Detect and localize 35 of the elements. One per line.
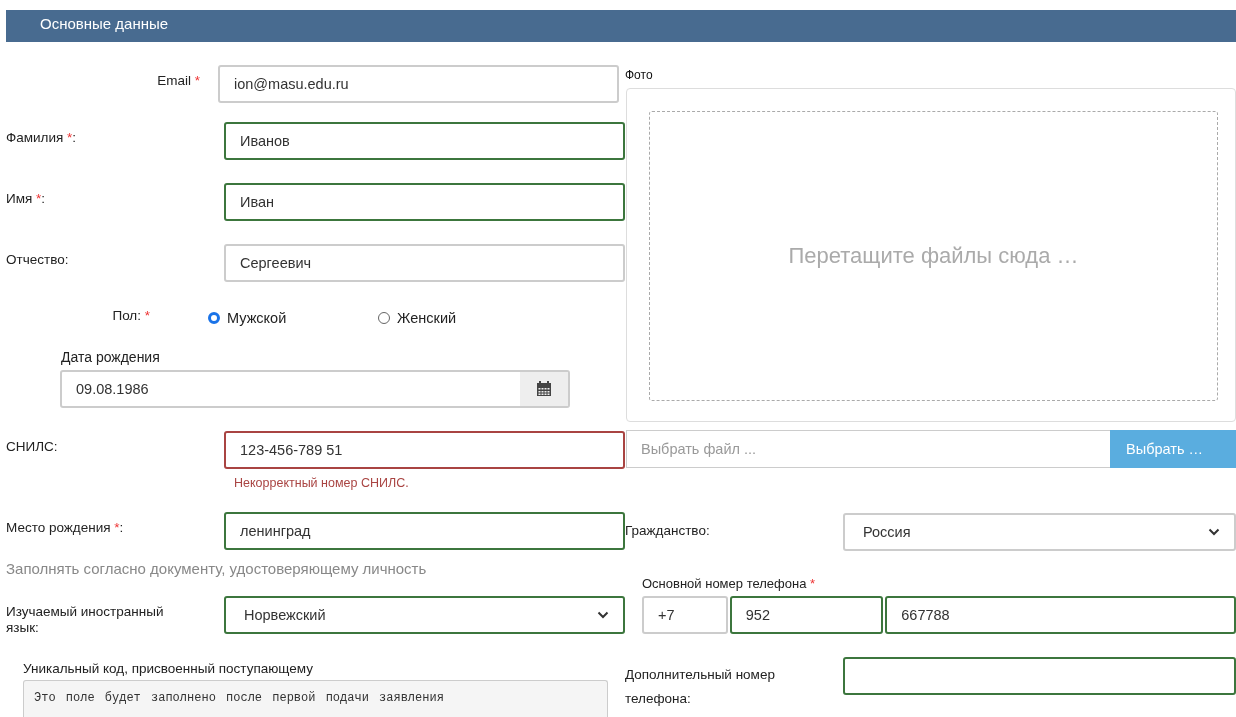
field-label: Изучаемый иностранный язык: bbox=[5, 603, 165, 636]
text-field[interactable]: 952 bbox=[729, 596, 884, 634]
section-title: Основные данные bbox=[40, 15, 169, 32]
text-field[interactable]: ленинград bbox=[224, 512, 625, 550]
field-label: Пол: * bbox=[111, 308, 151, 324]
hint-text: Заполнять согласно документу, удостоверяющему личность bbox=[5, 560, 428, 577]
field-label: Основной номер телефона * bbox=[642, 576, 817, 593]
chevron-down-icon bbox=[597, 611, 609, 619]
chevron-down-icon bbox=[1208, 528, 1220, 536]
field-label: Email * bbox=[156, 72, 201, 89]
text-field[interactable]: 667788 bbox=[885, 596, 1236, 634]
select-field[interactable]: Россия bbox=[843, 513, 1236, 551]
radio-option[interactable]: Женский bbox=[378, 308, 548, 326]
select-field[interactable]: Норвежский bbox=[224, 596, 625, 634]
text-field[interactable]: Иван bbox=[224, 183, 625, 221]
text-field[interactable]: Сергеевич bbox=[224, 244, 625, 282]
field-label: Фото bbox=[625, 68, 653, 82]
text-field[interactable]: ion@masu.edu.ru bbox=[218, 65, 619, 103]
radio-option[interactable]: Мужской bbox=[208, 308, 378, 326]
field-label: Отчество: bbox=[5, 251, 70, 268]
text-field[interactable]: 123-456-789 51 bbox=[224, 431, 625, 469]
error-message: Некорректный номер СНИЛС. bbox=[234, 476, 410, 490]
field-label: Дополнительный номер телефона: bbox=[625, 666, 776, 708]
field-label: СНИЛС: bbox=[5, 438, 59, 455]
dropzone-text: Перетащите файлы сюда … bbox=[788, 243, 1079, 269]
text-field[interactable] bbox=[843, 657, 1236, 695]
text-field[interactable]: +7 bbox=[642, 596, 728, 634]
text-field[interactable]: Иванов bbox=[224, 122, 625, 160]
readonly-field: Это поле будет заполнено после первой подачи заявления bbox=[23, 680, 608, 717]
field-label: Имя *: bbox=[5, 190, 47, 207]
field-label: Фамилия *: bbox=[5, 129, 78, 146]
field-label: Уникальный код, присвоенный поступающему bbox=[23, 661, 314, 678]
field-label: Гражданство: bbox=[625, 522, 711, 540]
field-label: Место рождения *: bbox=[5, 519, 125, 536]
field-label: Дата рождения bbox=[61, 349, 161, 367]
